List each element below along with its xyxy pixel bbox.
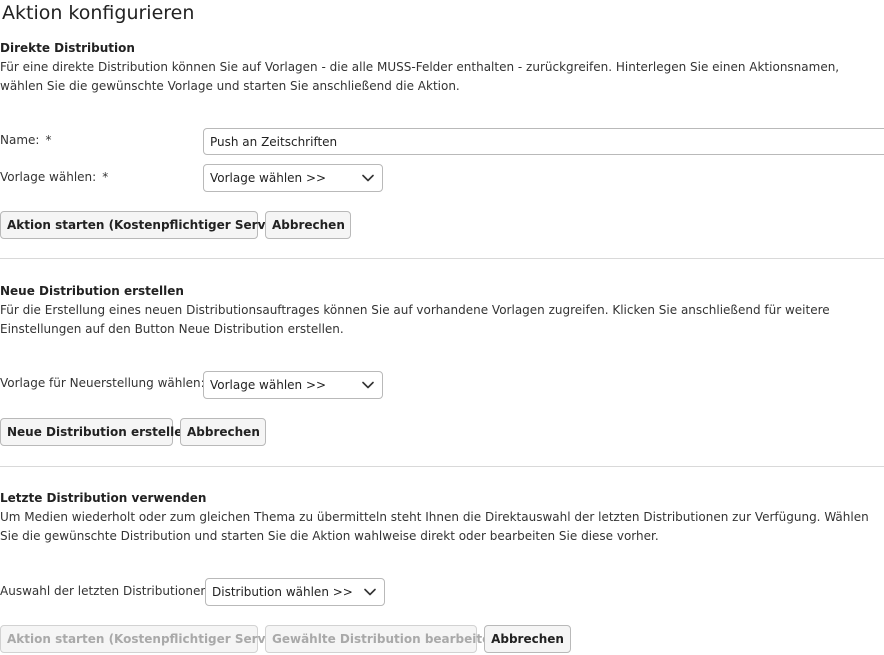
last-distribution-label: Auswahl der letzten Distributionen: <box>0 584 213 598</box>
chevron-down-icon <box>362 584 378 600</box>
create-distribution-button[interactable]: Neue Distribution erstellen <box>0 418 191 446</box>
cancel-button-new[interactable]: Abbrechen <box>180 418 266 446</box>
divider <box>0 466 884 467</box>
template-select-direct[interactable]: Vorlage wählen >> <box>203 164 383 192</box>
template-label: Vorlage wählen: * <box>0 170 108 184</box>
start-action-button-last[interactable]: Aktion starten (Kostenpflichtiger Servic… <box>0 625 290 653</box>
page-title: Aktion konfigurieren <box>2 2 195 24</box>
template-select-new-value: Vorlage wählen >> <box>210 378 327 392</box>
edit-distribution-button[interactable]: Gewählte Distribution bearbeiten <box>265 625 499 653</box>
section-title-last: Letzte Distribution verwenden <box>0 491 207 505</box>
page: Aktion konfigurieren Direkte Distributio… <box>0 0 884 655</box>
name-label-text: Name: <box>0 133 40 147</box>
distribution-select-last-value: Distribution wählen >> <box>212 585 353 599</box>
template-select-direct-value: Vorlage wählen >> <box>210 171 327 185</box>
cancel-button-direct[interactable]: Abbrechen <box>265 211 351 239</box>
distribution-select-last[interactable]: Distribution wählen >> <box>205 578 385 606</box>
section-title-direct: Direkte Distribution <box>0 41 135 55</box>
section-description-direct: Für eine direkte Distribution können Sie… <box>0 60 840 93</box>
cancel-button-last[interactable]: Abbrechen <box>484 625 571 653</box>
section-title-new: Neue Distribution erstellen <box>0 284 184 298</box>
chevron-down-icon <box>360 170 376 186</box>
action-name-input[interactable] <box>203 128 884 155</box>
required-marker: * <box>45 133 52 147</box>
name-label: Name: * <box>0 133 51 147</box>
new-template-label: Vorlage für Neuerstellung wählen: <box>0 376 205 390</box>
divider <box>0 258 884 259</box>
chevron-down-icon <box>360 377 376 393</box>
template-label-text: Vorlage wählen: <box>0 170 97 184</box>
section-description-new: Für die Erstellung eines neuen Distribut… <box>0 303 830 336</box>
required-marker: * <box>102 170 109 184</box>
start-action-button-direct[interactable]: Aktion starten (Kostenpflichtiger Servic… <box>0 211 290 239</box>
section-description-last: Um Medien wiederholt oder zum gleichen T… <box>0 510 869 543</box>
template-select-new[interactable]: Vorlage wählen >> <box>203 371 383 399</box>
